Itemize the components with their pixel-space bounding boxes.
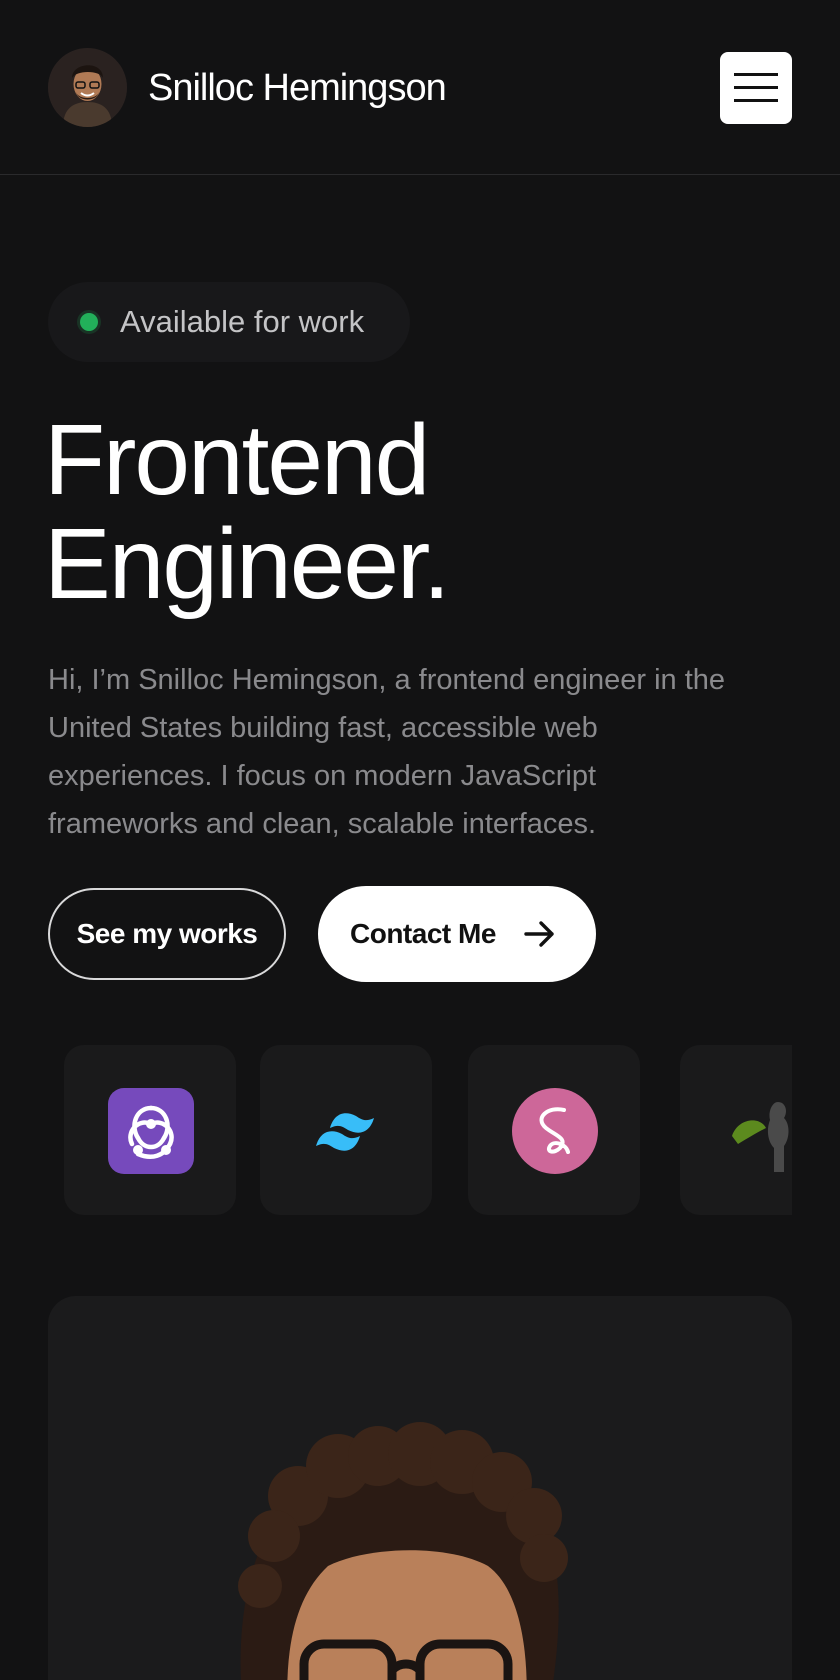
site-title[interactable]: Snilloc Hemingson xyxy=(148,64,447,112)
status-dot-icon xyxy=(80,313,98,331)
menu-button[interactable] xyxy=(720,52,792,124)
hero-headline: Frontend Engineer. xyxy=(44,408,744,616)
contact-me-button[interactable]: Contact Me xyxy=(318,886,596,982)
availability-badge: Available for work xyxy=(48,282,410,362)
site-header: Snilloc Hemingson xyxy=(0,0,840,175)
portrait-photo-icon xyxy=(238,1422,568,1680)
hamburger-menu-icon xyxy=(734,86,778,89)
tech-card-nodejs[interactable] xyxy=(680,1045,792,1215)
contact-me-label: Contact Me xyxy=(350,918,496,949)
hero-intro: Hi, I’m Snilloc Hemingson, a frontend en… xyxy=(48,664,726,840)
headline-line-2: Engineer. xyxy=(44,508,451,620)
avatar-portrait-icon xyxy=(48,48,127,127)
availability-text: Available for work xyxy=(120,304,365,339)
nodejs-figure-icon xyxy=(732,1102,789,1172)
sass-logo-icon xyxy=(512,1088,598,1174)
tailwind-logo-icon xyxy=(316,1113,374,1151)
redux-logo-icon xyxy=(108,1088,194,1174)
headline-line-1: Frontend xyxy=(44,404,430,516)
tech-card-tailwind[interactable] xyxy=(260,1045,432,1215)
see-my-works-button[interactable]: See my works xyxy=(48,888,286,980)
portrait-card xyxy=(48,1296,792,1680)
hamburger-menu-icon xyxy=(734,99,778,102)
tech-card-redux[interactable] xyxy=(64,1045,236,1215)
arrow-right-icon xyxy=(524,921,554,947)
avatar[interactable] xyxy=(48,48,127,127)
tech-stack-carousel[interactable] xyxy=(48,1045,792,1215)
hamburger-menu-icon xyxy=(734,73,778,76)
tech-card-sass[interactable] xyxy=(468,1045,640,1215)
